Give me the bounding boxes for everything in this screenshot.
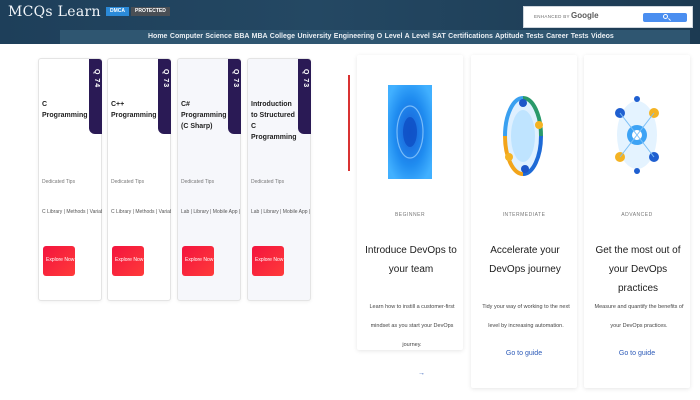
explore-button[interactable]: Explore Now <box>182 246 214 276</box>
carousel-arrow-icon[interactable]: → <box>418 370 425 377</box>
course-meta: Dedicated Tips <box>111 179 145 185</box>
guide-description: Measure and quantify the benefits of you… <box>594 304 684 329</box>
guide-level: ADVANCED <box>621 212 653 218</box>
section-divider <box>348 75 350 171</box>
guide-card-intermediate[interactable]: INTERMEDIATE Accelerate your DevOps jour… <box>471 55 577 388</box>
question-count-label: Q 73 <box>232 69 239 89</box>
go-to-guide-link[interactable]: Go to guide <box>471 350 577 357</box>
explore-button-label: Explore Now <box>115 257 144 263</box>
course-card[interactable]: Q 74 C Programming Dedicated Tips C Libr… <box>38 58 102 301</box>
course-meta: Dedicated Tips <box>42 179 76 185</box>
protected-badge: PROTECTED <box>131 7 170 16</box>
guide-level: BEGINNER <box>394 212 426 218</box>
course-card[interactable]: Q 73 C# Programming (C Sharp) Dedicated … <box>177 58 241 301</box>
course-topics: C Library | Methods | Variables Lab <box>111 209 171 215</box>
guide-description: Tidy your way of working to the next lev… <box>482 304 570 329</box>
course-title[interactable]: C# Programming (C Sharp) <box>181 99 229 132</box>
course-card[interactable]: Q 73 Introduction to Structured C Progra… <box>247 58 311 301</box>
devops-beginner-illustration <box>388 85 432 179</box>
dmca-badge[interactable]: DMCA <box>106 7 129 16</box>
guide-title[interactable]: Introduce DevOps to your team <box>365 241 457 279</box>
site-logo[interactable]: MCQs Learn <box>8 4 101 20</box>
course-title[interactable]: Introduction to Structured C Programming <box>251 99 299 143</box>
nav-menu[interactable]: Home Computer Science BBA MBA College Un… <box>148 33 614 40</box>
guide-card-advanced[interactable]: ADVANCED Get the most out of your DevOps… <box>584 55 690 388</box>
question-count-label: Q 73 <box>302 69 309 89</box>
course-topics: C Library | Methods | Variables Lab <box>42 209 102 215</box>
explore-button[interactable]: Explore Now <box>43 246 75 276</box>
devops-advanced-illustration <box>615 96 659 174</box>
guide-title[interactable]: Get the most out of your DevOps practice… <box>592 241 684 298</box>
guide-description: Learn how to instill a customer-first mi… <box>369 304 455 348</box>
question-count-label: Q 74 <box>93 69 100 89</box>
course-card[interactable]: Q 73 C++ Programming Dedicated Tips C Li… <box>107 58 171 301</box>
course-title[interactable]: C++ Programming <box>111 99 159 121</box>
search-icon <box>663 14 668 19</box>
go-to-guide-link[interactable]: Go to guide <box>584 350 690 357</box>
guide-title[interactable]: Accelerate your DevOps journey <box>479 241 571 279</box>
guide-level: INTERMEDIATE <box>502 212 546 218</box>
course-meta: Dedicated Tips <box>181 179 215 185</box>
explore-button-label: Explore Now <box>185 257 214 263</box>
course-title[interactable]: C Programming <box>42 99 90 121</box>
search-enhanced-label: ENHANCED BY <box>534 14 570 19</box>
search-button[interactable] <box>643 13 687 22</box>
course-meta: Dedicated Tips <box>251 179 285 185</box>
guide-card-beginner[interactable]: BEGINNER Introduce DevOps to your team L… <box>357 55 463 350</box>
question-count-label: Q 73 <box>162 69 169 89</box>
course-topics: Lab | Library | Mobile App | Web Tips <box>251 209 311 215</box>
google-logo: Google <box>571 11 599 20</box>
explore-button[interactable]: Explore Now <box>112 246 144 276</box>
explore-button[interactable]: Explore Now <box>252 246 284 276</box>
explore-button-label: Explore Now <box>255 257 284 263</box>
explore-button-label: Explore Now <box>46 257 75 263</box>
devops-intermediate-illustration <box>503 96 543 176</box>
course-topics: Lab | Library | Mobile App | Web Tips <box>181 209 241 215</box>
